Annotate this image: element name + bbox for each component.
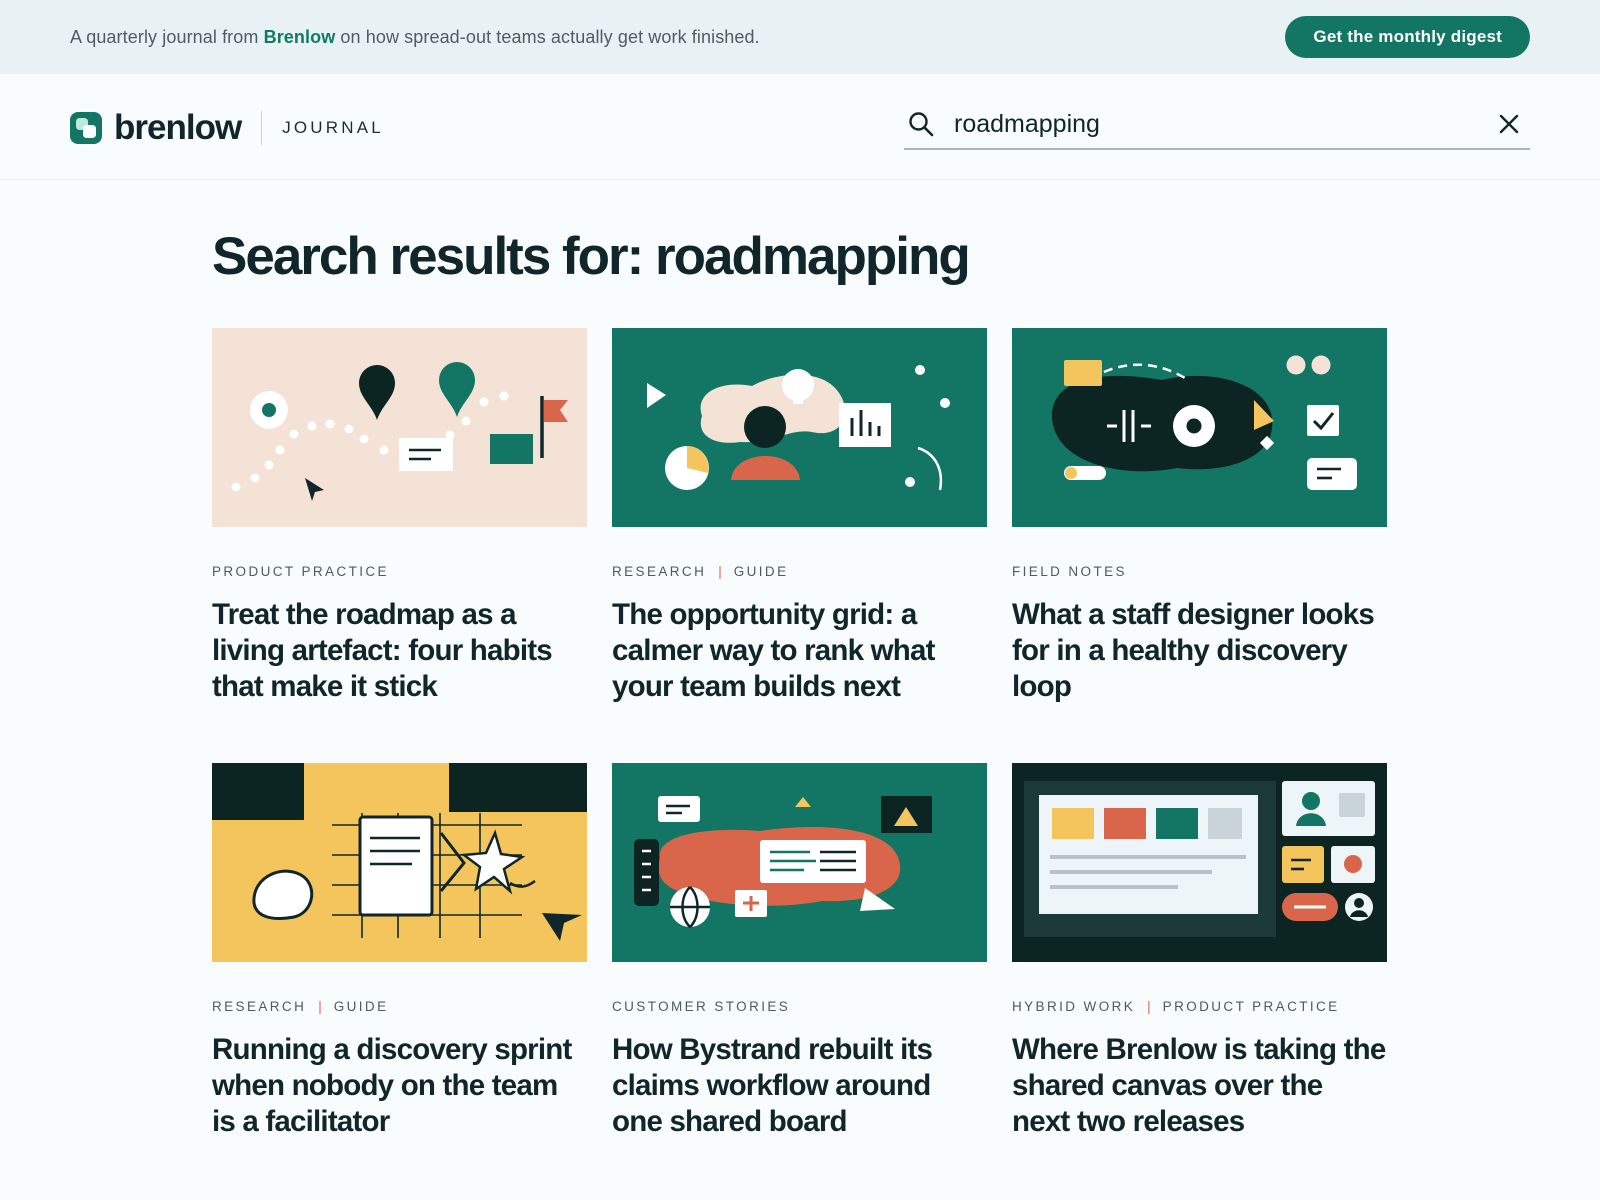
- card-title[interactable]: Treat the roadmap as a living artefact: …: [212, 597, 587, 705]
- announcement-brand: Brenlow: [263, 26, 336, 47]
- card-title[interactable]: Running a discovery sprint when nobody o…: [212, 1032, 587, 1140]
- announcement-bar: A quarterly journal from Brenlow on how …: [0, 0, 1600, 74]
- card-illustration: [212, 328, 587, 527]
- card-tags: RESEARCH | GUIDE: [612, 563, 987, 579]
- card-tag: PRODUCT PRACTICE: [212, 563, 389, 579]
- card-tags: FIELD NOTES: [1012, 563, 1387, 579]
- brenlow-logo-icon: [70, 111, 102, 144]
- card-illustration: [1012, 328, 1387, 527]
- card-tag: CUSTOMER STORIES: [612, 998, 791, 1014]
- card-tag: GUIDE: [333, 998, 389, 1014]
- tag-separator: |: [718, 563, 722, 579]
- card-illustration: [612, 328, 987, 527]
- card-title[interactable]: Where Brenlow is taking the shared canva…: [1012, 1032, 1387, 1140]
- section-label: JOURNAL: [282, 117, 384, 137]
- result-card[interactable]: CUSTOMER STORIES How Bystrand rebuilt it…: [612, 763, 987, 1140]
- card-tags: HYBRID WORK | PRODUCT PRACTICE: [1012, 998, 1387, 1014]
- search-input[interactable]: [954, 104, 1494, 144]
- page-title: Search results for: roadmapping: [212, 227, 971, 286]
- result-card[interactable]: RESEARCH | GUIDE Running a discovery spr…: [212, 763, 587, 1140]
- card-tags: RESEARCH | GUIDE: [212, 998, 587, 1014]
- monthly-digest-button[interactable]: Get the monthly digest: [1285, 16, 1530, 58]
- card-title[interactable]: The opportunity grid: a calmer way to ra…: [612, 597, 987, 705]
- clear-search-button[interactable]: [1494, 109, 1524, 139]
- result-card[interactable]: HYBRID WORK | PRODUCT PRACTICE Where Bre…: [1012, 763, 1387, 1140]
- card-tags: CUSTOMER STORIES: [612, 998, 987, 1014]
- card-title[interactable]: How Bystrand rebuilt its claims workflow…: [612, 1032, 987, 1140]
- search-bar: [904, 100, 1530, 150]
- card-tag: RESEARCH: [612, 563, 707, 579]
- results-grid: PRODUCT PRACTICE Treat the roadmap as a …: [212, 328, 1387, 1140]
- card-tags: PRODUCT PRACTICE: [212, 563, 587, 579]
- tag-separator: |: [318, 998, 322, 1014]
- card-illustration: [612, 763, 987, 962]
- tag-separator: |: [1147, 998, 1151, 1014]
- result-card[interactable]: PRODUCT PRACTICE Treat the roadmap as a …: [212, 328, 587, 705]
- close-icon: [1499, 114, 1519, 134]
- card-tag: HYBRID WORK: [1012, 998, 1136, 1014]
- card-illustration: [212, 763, 587, 962]
- result-card[interactable]: FIELD NOTES What a staff designer looks …: [1012, 328, 1387, 705]
- card-tag: PRODUCT PRACTICE: [1162, 998, 1340, 1014]
- site-header: brenlow JOURNAL: [0, 74, 1600, 180]
- card-tag: RESEARCH: [212, 998, 307, 1014]
- card-tag: GUIDE: [733, 563, 789, 579]
- card-title[interactable]: What a staff designer looks for in a hea…: [1012, 597, 1387, 705]
- logo-wordmark: brenlow: [114, 108, 242, 147]
- brand-logo[interactable]: brenlow JOURNAL: [70, 110, 384, 145]
- search-icon: [909, 112, 934, 137]
- logo-divider: [261, 110, 263, 145]
- card-tag: FIELD NOTES: [1012, 563, 1127, 579]
- card-illustration: [1012, 763, 1387, 962]
- result-card[interactable]: RESEARCH | GUIDE The opportunity grid: a…: [612, 328, 987, 705]
- announcement-text: A quarterly journal from Brenlow on how …: [70, 26, 760, 47]
